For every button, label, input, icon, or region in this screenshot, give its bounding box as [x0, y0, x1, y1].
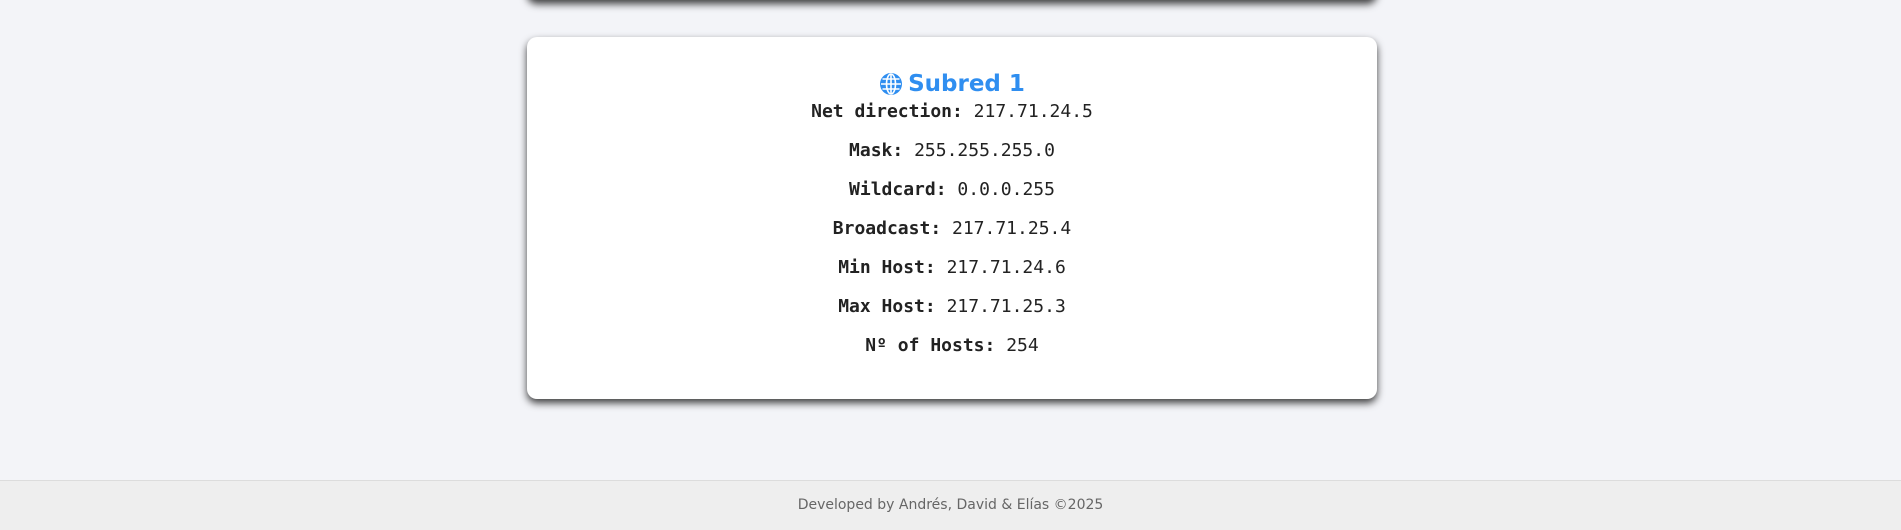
field-value: 255.255.255.0 [914, 140, 1055, 161]
net-direction-field: Net direction: 217.71.24.5 [527, 92, 1377, 131]
field-label: Wildcard: [849, 179, 947, 200]
field-value: 217.71.24.6 [946, 257, 1066, 278]
field-value: 254 [1006, 335, 1039, 356]
field-label: Broadcast: [832, 218, 942, 239]
field-label: Min Host: [838, 257, 936, 278]
page-footer: Developed by Andrés, David & Elías ©2025 [0, 480, 1901, 530]
footer-credits: Developed by Andrés, David & Elías ©2025 [797, 497, 1104, 513]
field-value: 217.71.25.4 [952, 218, 1072, 239]
host-count-field: Nº of Hosts: 254 [527, 326, 1377, 365]
subnet-title: Subred 1 [527, 37, 1377, 99]
field-label: Net direction: [811, 101, 963, 122]
max-host-field: Max Host: 217.71.25.3 [527, 287, 1377, 326]
field-value: 217.71.25.3 [946, 296, 1066, 317]
min-host-field: Min Host: 217.71.24.6 [527, 248, 1377, 287]
field-label: Max Host: [838, 296, 936, 317]
subnet-card: Subred 1 Net direction: 217.71.24.5 Mask… [527, 37, 1377, 399]
field-label: Nº of Hosts: [865, 335, 996, 356]
field-label: Mask: [849, 140, 904, 161]
field-value: 217.71.24.5 [973, 101, 1093, 122]
mask-field: Mask: 255.255.255.0 [527, 131, 1377, 170]
wildcard-field: Wildcard: 0.0.0.255 [527, 170, 1377, 209]
field-value: 0.0.0.255 [957, 179, 1055, 200]
broadcast-field: Broadcast: 217.71.25.4 [527, 209, 1377, 248]
subnet-fields: Net direction: 217.71.24.5 Mask: 255.255… [527, 92, 1377, 365]
